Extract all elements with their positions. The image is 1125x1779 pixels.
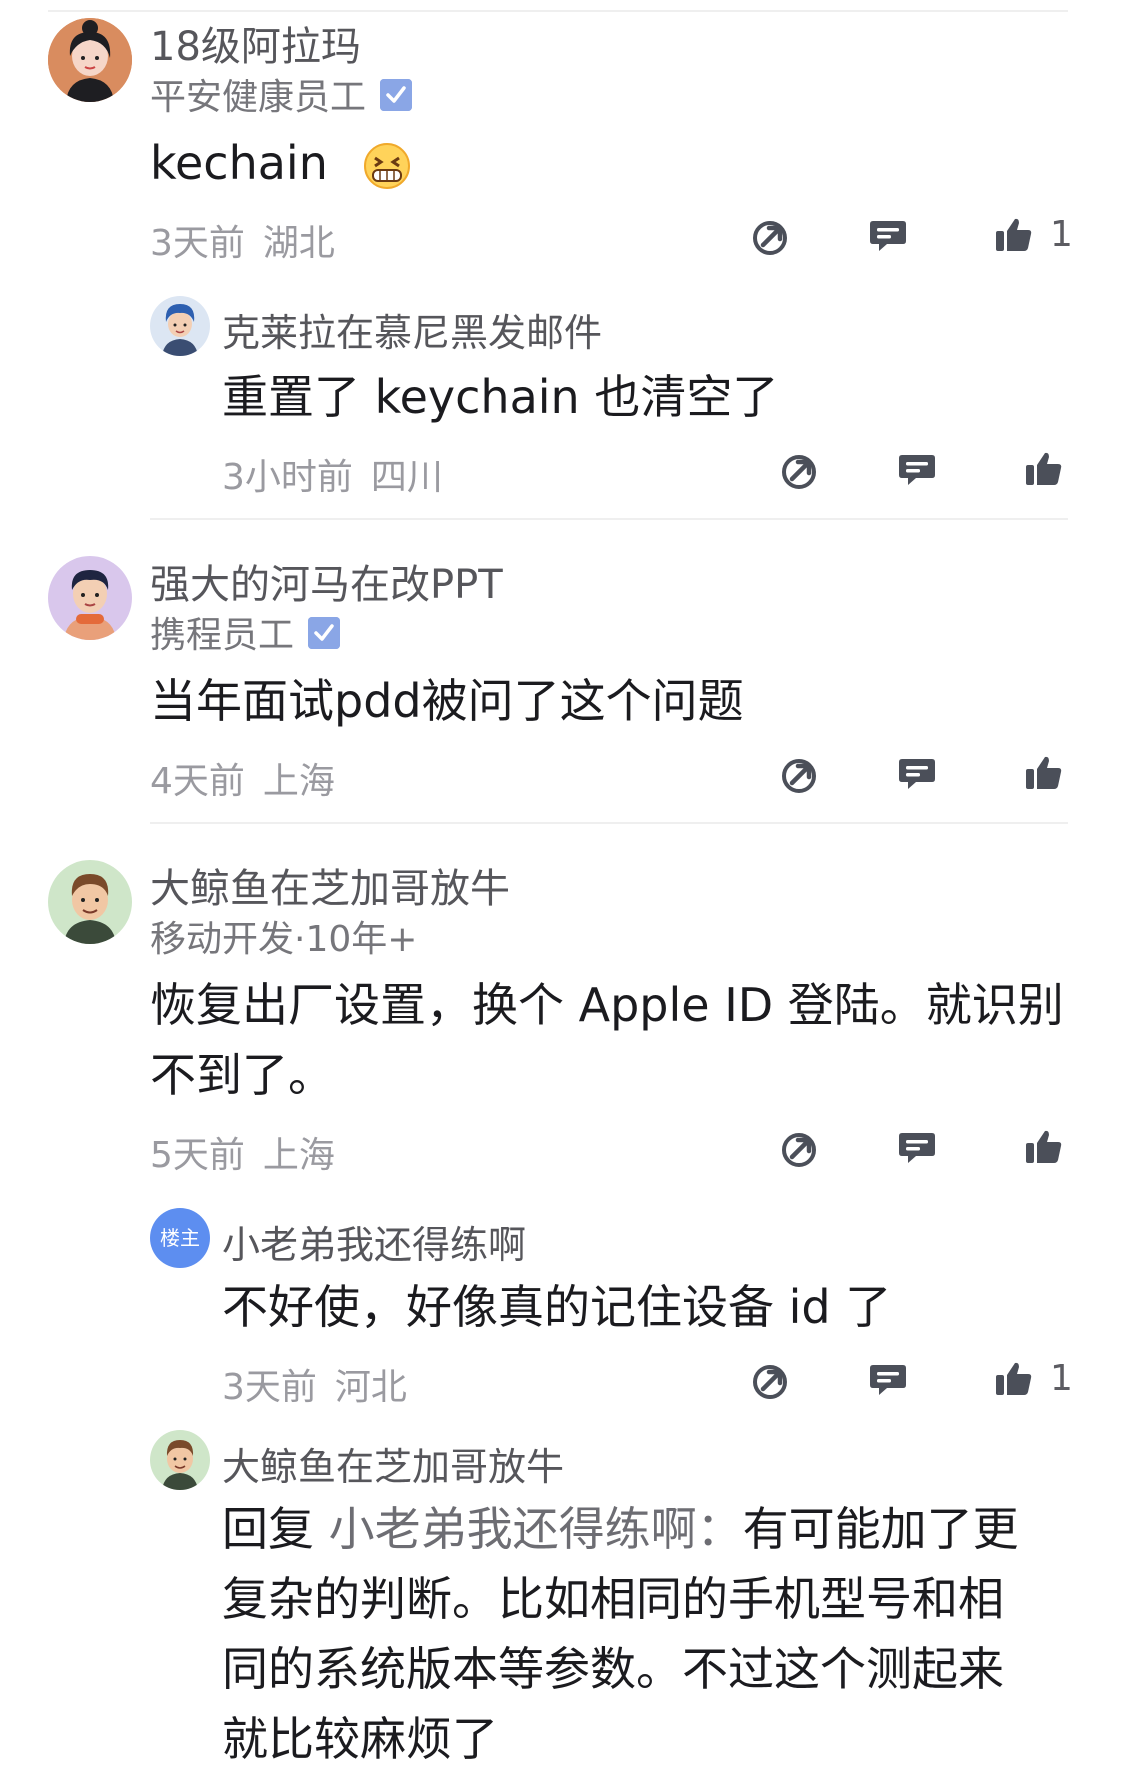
author-name[interactable]: 强大的河马在改PPT: [150, 552, 503, 610]
comment-button[interactable]: [896, 752, 938, 794]
grin-emoji-icon: [363, 139, 411, 189]
author-subtitle: 移动开发·10年+: [150, 919, 418, 960]
author-subtitle: 携程员工: [150, 606, 341, 658]
share-icon: [782, 455, 816, 489]
thumbs-up-icon: [1026, 756, 1062, 789]
comment-icon: [899, 1133, 935, 1163]
share-button[interactable]: [778, 1128, 820, 1170]
like-button[interactable]: [993, 214, 1035, 256]
comment-content-line-1: 恢复出厂设置，换个 Apple ID 登陆。就识别: [150, 978, 1064, 1032]
comment-button[interactable]: [896, 448, 938, 490]
thumbs-up-icon: [1026, 1130, 1062, 1163]
like-button[interactable]: [993, 1358, 1035, 1400]
reply-time: 3小时前: [222, 457, 353, 498]
top-divider: [48, 10, 1068, 12]
author-name[interactable]: 克莱拉在慕尼黑发邮件: [222, 302, 602, 357]
thumbs-up-icon: [1026, 452, 1062, 485]
author-name[interactable]: 大鲸鱼在芝加哥放牛: [150, 856, 510, 914]
verified-icon: [380, 79, 413, 111]
share-icon: [782, 1133, 816, 1167]
share-button[interactable]: [749, 1360, 791, 1402]
author-name[interactable]: 18级阿拉玛: [150, 14, 361, 72]
share-icon: [753, 1365, 787, 1399]
comment-content-line-2: 不到了。: [150, 1048, 334, 1102]
avatar[interactable]: [150, 296, 210, 356]
reply-content: 重置了 keychain 也清空了: [222, 370, 779, 424]
avatar-bearded-man-icon: [48, 860, 132, 944]
subtitle-text: 携程员工: [150, 615, 295, 656]
comment-icon: [870, 1365, 906, 1395]
reply-content: 不好使，好像真的记住设备 id 了: [222, 1280, 892, 1334]
avatar-man-scarf-icon: [48, 556, 132, 640]
comment-location: 湖北: [262, 223, 335, 264]
like-count: 1: [1050, 1358, 1073, 1399]
comment-time: 4天前: [150, 761, 245, 802]
reply-meta: 3小时前 四川: [222, 448, 443, 500]
reply-text: 有可能加了更: [742, 1502, 1019, 1556]
comment-button[interactable]: [867, 214, 909, 256]
reply-time: 3天前: [222, 1367, 317, 1408]
comment-time: 3天前: [150, 223, 245, 264]
thumbs-up-icon: [996, 218, 1032, 251]
like-button[interactable]: [1023, 1126, 1065, 1168]
reply-colon: ：: [696, 1502, 743, 1556]
reply-content-line-3: 同的系统版本等参数。不过这个测起来: [222, 1642, 1004, 1696]
reply-content-line-2: 复杂的判断。比如相同的手机型号和相: [222, 1572, 1004, 1626]
avatar[interactable]: [150, 1430, 210, 1490]
comment-text: kechain: [150, 136, 328, 190]
avatar[interactable]: [48, 556, 132, 640]
avatar[interactable]: [48, 18, 132, 102]
author-name[interactable]: 小老弟我还得练啊: [222, 1214, 526, 1269]
comment-meta: 5天前 上海: [150, 1126, 335, 1178]
avatar-curly-man-icon: [150, 296, 210, 356]
like-count: 1: [1050, 214, 1073, 255]
comment-meta: 4天前 上海: [150, 752, 335, 804]
avatar[interactable]: [48, 860, 132, 944]
reply-meta: 3天前 河北: [222, 1358, 407, 1410]
reply-content-line-4: 就比较麻烦了: [222, 1712, 498, 1766]
avatar-woman-icon: [48, 18, 132, 102]
comment-divider: [150, 518, 1068, 520]
comment-meta: 3天前 湖北: [150, 214, 335, 266]
comment-icon: [899, 455, 935, 485]
comment-button[interactable]: [896, 1126, 938, 1168]
like-button[interactable]: [1023, 448, 1065, 490]
comment-location: 上海: [262, 1135, 335, 1176]
reply-location: 四川: [370, 457, 443, 498]
share-icon: [753, 221, 787, 255]
subtitle-text: 平安健康员工: [150, 77, 367, 118]
thumbs-up-icon: [996, 1362, 1032, 1395]
reply-location: 河北: [334, 1367, 407, 1408]
verified-icon: [308, 617, 341, 649]
comment-button[interactable]: [867, 1358, 909, 1400]
share-button[interactable]: [749, 216, 791, 258]
reply-target-link[interactable]: 小老弟我还得练啊: [329, 1502, 697, 1556]
share-icon: [782, 759, 816, 793]
share-button[interactable]: [778, 450, 820, 492]
comment-icon: [870, 221, 906, 251]
share-button[interactable]: [778, 754, 820, 796]
author-subtitle: 平安健康员工: [150, 68, 413, 120]
comment-location: 上海: [262, 761, 335, 802]
comment-content: 当年面试pdd被问了这个问题: [150, 674, 744, 728]
comment-content: kechain: [150, 128, 411, 198]
comment-time: 5天前: [150, 1135, 245, 1176]
like-button[interactable]: [1023, 752, 1065, 794]
comment-icon: [899, 759, 935, 789]
author-name[interactable]: 大鲸鱼在芝加哥放牛: [222, 1436, 564, 1491]
comment-divider: [150, 822, 1068, 824]
reply-content-line-1: 回复 小老弟我还得练啊：有可能加了更: [222, 1494, 1019, 1564]
avatar-bearded-man-icon: [150, 1430, 210, 1490]
op-badge[interactable]: 楼主: [150, 1208, 210, 1268]
reply-prefix: 回复: [222, 1502, 314, 1556]
